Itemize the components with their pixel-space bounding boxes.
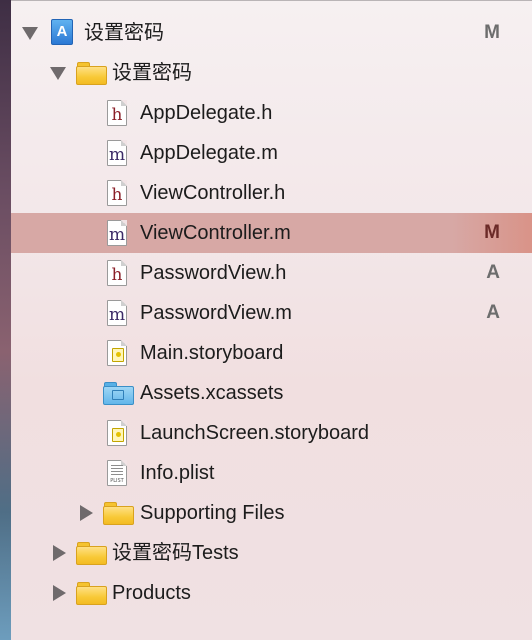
file-row[interactable]: m PasswordView.m A — [11, 293, 532, 333]
file-row-selected[interactable]: m ViewController.m M — [11, 213, 532, 253]
file-row[interactable]: PLIST Info.plist — [11, 453, 532, 493]
file-row[interactable]: m AppDelegate.m — [11, 133, 532, 173]
header-file-icon: h — [107, 180, 127, 206]
folder-icon — [103, 502, 134, 525]
source-file-icon: m — [107, 140, 127, 166]
disclosure-triangle-collapsed[interactable] — [53, 545, 66, 561]
file-name: PasswordView.h — [140, 262, 287, 284]
folder-icon — [76, 582, 107, 605]
header-file-icon: h — [107, 260, 127, 286]
file-name: LaunchScreen.storyboard — [140, 422, 370, 444]
file-row[interactable]: h PasswordView.h A — [11, 253, 532, 293]
file-row[interactable]: LaunchScreen.storyboard — [11, 413, 532, 453]
group-name: 设置密码 — [112, 62, 192, 84]
file-name: PasswordView.m — [140, 302, 292, 324]
source-file-icon: m — [107, 300, 127, 326]
group-row[interactable]: 设置密码 — [11, 53, 532, 93]
group-name: 设置密码Tests — [112, 542, 239, 564]
file-name: Main.storyboard — [140, 342, 284, 364]
file-row[interactable]: h AppDelegate.h — [11, 93, 532, 133]
storyboard-file-icon — [107, 420, 127, 446]
project-name: 设置密码 — [84, 22, 164, 44]
disclosure-triangle-collapsed[interactable] — [53, 585, 66, 601]
file-name: Assets.xcassets — [140, 382, 284, 404]
header-file-icon: h — [107, 100, 127, 126]
disclosure-triangle-expanded[interactable] — [22, 27, 38, 40]
file-name: ViewController.h — [140, 182, 286, 204]
file-name: AppDelegate.h — [140, 102, 273, 124]
status-badge: A — [486, 302, 500, 323]
status-badge: M — [484, 22, 500, 43]
folder-icon — [76, 62, 107, 85]
status-badge: M — [484, 222, 500, 243]
disclosure-triangle-expanded[interactable] — [50, 67, 66, 80]
plist-file-icon: PLIST — [107, 460, 127, 486]
status-badge: A — [486, 262, 500, 283]
group-row[interactable]: 设置密码Tests — [11, 533, 532, 573]
file-row[interactable]: Main.storyboard — [11, 333, 532, 373]
disclosure-triangle-collapsed[interactable] — [80, 505, 93, 521]
group-name: Supporting Files — [140, 502, 285, 524]
group-name: Products — [112, 582, 191, 604]
asset-catalog-icon — [103, 382, 134, 405]
file-name: ViewController.m — [140, 222, 291, 244]
project-navigator[interactable]: A 设置密码 M 设置密码 h AppDelegate.h m AppDeleg… — [11, 0, 532, 640]
group-row[interactable]: Supporting Files — [11, 493, 532, 533]
file-row[interactable]: Assets.xcassets — [11, 373, 532, 413]
file-name: Info.plist — [140, 462, 215, 484]
file-row[interactable]: h ViewController.h — [11, 173, 532, 213]
storyboard-file-icon — [107, 340, 127, 366]
file-name: AppDelegate.m — [140, 142, 278, 164]
folder-icon — [76, 542, 107, 565]
project-root-row[interactable]: A 设置密码 M — [11, 13, 532, 53]
xcode-project-icon: A — [51, 19, 73, 45]
source-file-icon: m — [107, 220, 127, 246]
group-row[interactable]: Products — [11, 573, 532, 613]
